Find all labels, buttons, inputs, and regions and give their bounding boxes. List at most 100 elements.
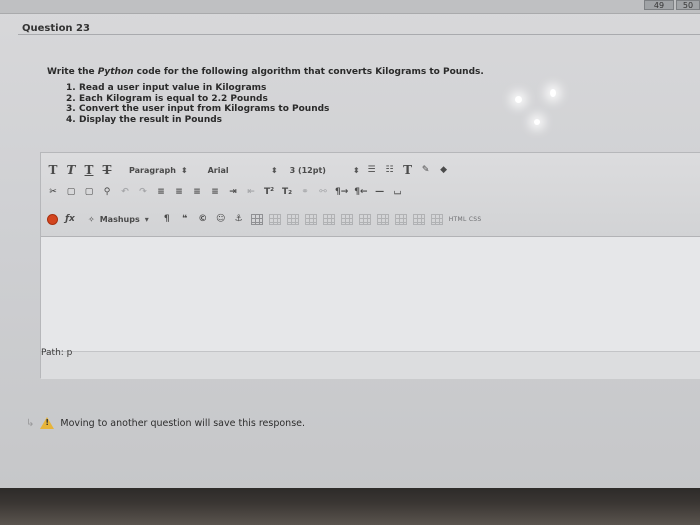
table-row-props-icon[interactable] [268, 213, 281, 225]
step-text: Convert the user input from Kilograms to… [79, 104, 330, 114]
screen-glare [550, 89, 556, 97]
delete-col-icon[interactable] [394, 213, 407, 225]
align-right-icon[interactable]: ≡ [191, 184, 203, 200]
step-number: 2. [66, 93, 76, 104]
undo-button[interactable]: ↶ [119, 184, 131, 200]
redo-button[interactable]: ↷ [137, 184, 149, 200]
mashups-icon: ✧ [88, 214, 95, 224]
format-select-value: Paragraph [129, 165, 176, 175]
prompt-prefix: Write the [47, 67, 98, 77]
align-justify-icon[interactable]: ≡ [209, 184, 221, 200]
underline-button[interactable]: T [83, 162, 95, 178]
delete-row-icon[interactable] [340, 213, 353, 225]
editor-path: Path: p [41, 348, 73, 358]
format-select[interactable]: Paragraph ⬍ [129, 163, 188, 177]
bullet-list-button[interactable]: ☰ [366, 162, 378, 178]
step-number: 1. [66, 83, 76, 93]
size-select[interactable]: 3 (12pt) ⬍ [290, 163, 360, 177]
step-item: 3. Convert the user input from Kilograms … [66, 104, 329, 115]
answer-text-area[interactable] [41, 237, 700, 353]
toolbar-row-3: ƒx ✧ Mashups ▾ ¶ ❝ © ☺ ⚓ HTML CSS [47, 210, 482, 228]
html-css-button[interactable]: HTML CSS [449, 216, 482, 223]
find-button[interactable]: ⚲ [101, 184, 113, 200]
align-left-icon[interactable]: ≡ [155, 184, 167, 200]
table-cell-props-icon[interactable] [286, 213, 299, 225]
points-tab: 49 [644, 0, 674, 10]
step-number: 3. [66, 104, 76, 114]
select-arrows-icon: ⬍ [352, 165, 360, 175]
mashups-label: Mashups [99, 214, 140, 224]
previous-question-strip: 49 50 [0, 0, 700, 14]
step-text: Display the result in Pounds [79, 114, 223, 125]
algorithm-steps: 1. Read a user input value in Kilograms 2… [66, 83, 329, 125]
title-divider [18, 34, 700, 35]
mashups-menu[interactable]: ✧ Mashups ▾ [88, 212, 149, 226]
rich-text-editor: T T T T Paragraph ⬍ Arial ⬍ 3 (12pt) ⬍ ☰ ☷ … [40, 152, 700, 379]
split-cells-icon[interactable] [412, 213, 425, 225]
screen-glare [534, 119, 540, 125]
blockquote-button[interactable]: ❝ [179, 211, 191, 227]
outdent-icon[interactable]: ⇤ [245, 184, 257, 200]
highlight-pen-icon[interactable]: ✎ [420, 162, 432, 178]
font-select-value: Arial [207, 165, 229, 175]
size-select-value: 3 (12pt) [289, 165, 326, 175]
warning-icon [40, 417, 55, 429]
italic-button[interactable]: T [65, 162, 77, 178]
prompt-suffix: code for the following algorithm that co… [133, 67, 484, 77]
ltr-icon[interactable]: ¶→ [335, 184, 348, 200]
rtl-icon[interactable]: ¶← [354, 184, 367, 200]
paste-button[interactable]: ▢ [83, 184, 95, 200]
paragraph-mark-button[interactable]: ¶ [161, 211, 173, 227]
save-notice: ↳ Moving to another question will save t… [26, 417, 305, 429]
record-icon[interactable] [47, 213, 58, 225]
select-arrows-icon: ⬍ [270, 165, 278, 175]
copy-button[interactable]: ▢ [65, 184, 77, 200]
browser-screen: 49 50 Question 23 Write the Python code … [0, 0, 700, 490]
editor-toolbar: T T T T Paragraph ⬍ Arial ⬍ 3 (12pt) ⬍ ☰ ☷ … [41, 153, 700, 237]
indent-icon[interactable]: ⇥ [227, 184, 239, 200]
link-icon[interactable]: ⚭ [299, 184, 311, 200]
copyright-icon[interactable]: © [197, 211, 209, 227]
insert-table-icon[interactable] [250, 213, 263, 225]
unlink-icon[interactable]: ⚯ [317, 184, 329, 200]
insert-row-before-icon[interactable] [304, 213, 317, 225]
question-title: Question 23 [22, 23, 90, 34]
emoticon-icon[interactable]: ☺ [215, 211, 227, 227]
subscript-button[interactable]: T₂ [281, 184, 293, 200]
step-number: 4. [66, 114, 76, 125]
nonbreaking-space-icon[interactable]: ⌴ [392, 184, 404, 200]
formula-icon[interactable]: ƒx [64, 211, 76, 227]
screen-glare [515, 96, 522, 103]
dropdown-arrow-icon: ▾ [144, 214, 149, 224]
horizontal-rule-button[interactable]: — [374, 184, 386, 200]
monitor-bezel [0, 488, 700, 525]
question-prompt: Write the Python code for the following … [47, 67, 484, 77]
toolbar-row-1: T T T T Paragraph ⬍ Arial ⬍ 3 (12pt) ⬍ ☰ ☷ … [47, 161, 450, 179]
save-notice-text: Moving to another question will save thi… [60, 417, 306, 429]
numbered-list-button[interactable]: ☷ [384, 162, 396, 178]
editor-status-bar [41, 351, 700, 379]
insert-col-before-icon[interactable] [358, 213, 371, 225]
score-tab: 50 [676, 0, 700, 10]
return-arrow-icon: ↳ [26, 417, 35, 429]
insert-row-after-icon[interactable] [322, 213, 335, 225]
merge-cells-icon[interactable] [430, 213, 443, 225]
step-text: Read a user input value in Kilograms [79, 83, 267, 93]
bold-button[interactable]: T [47, 162, 59, 178]
strikethrough-button[interactable]: T [101, 162, 113, 178]
select-arrows-icon: ⬍ [180, 165, 188, 175]
cut-button[interactable]: ✂ [47, 184, 59, 200]
step-item: 2. Each Kilogram is equal to 2.2 Pounds [66, 94, 329, 105]
align-center-icon[interactable]: ≡ [173, 184, 185, 200]
eraser-icon[interactable]: ◆ [438, 162, 450, 178]
insert-col-after-icon[interactable] [376, 213, 389, 225]
superscript-button[interactable]: T² [263, 184, 275, 200]
step-text: Each Kilogram is equal to 2.2 Pounds [79, 93, 268, 104]
prompt-language: Python [97, 67, 134, 77]
text-color-button[interactable]: T [402, 162, 414, 178]
toolbar-row-2: ✂ ▢ ▢ ⚲ ↶ ↷ ≡ ≡ ≡ ≡ ⇥ ⇤ T² T₂ ⚭ ⚯ ¶→ ¶← … [47, 183, 404, 201]
anchor-button[interactable]: ⚓ [233, 211, 245, 227]
font-select[interactable]: Arial ⬍ [208, 163, 278, 177]
step-item: 4. Display the result in Pounds [66, 115, 329, 126]
step-item: 1. Read a user input value in Kilograms [66, 83, 329, 94]
